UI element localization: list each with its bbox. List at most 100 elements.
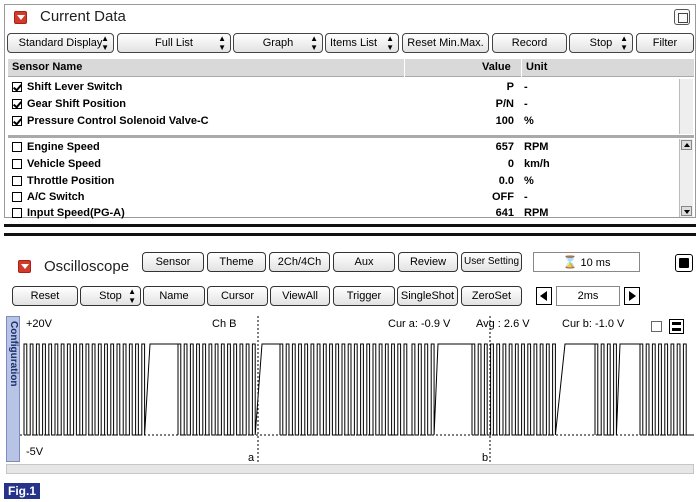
- updown-icon: ▲ ▼: [218, 34, 226, 52]
- collapse-icon[interactable]: [14, 11, 27, 24]
- scroll-up-icon[interactable]: [681, 140, 692, 150]
- time-div-value: 2ms: [577, 290, 599, 302]
- sensor-unit: %: [524, 175, 534, 187]
- record-button[interactable]: Record: [492, 33, 567, 53]
- updown-icon: ▲ ▼: [386, 34, 394, 52]
- collapse-icon[interactable]: [18, 260, 31, 273]
- channels-button[interactable]: 2Ch/4Ch: [269, 252, 330, 272]
- table-row[interactable]: Shift Lever Switch P -: [8, 79, 684, 96]
- scroll-down-icon[interactable]: [681, 206, 692, 216]
- table-row[interactable]: A/C Switch OFF -: [8, 189, 684, 206]
- sensor-label: Sensor: [155, 256, 191, 268]
- rows-scrollbar[interactable]: [679, 139, 693, 217]
- row-checkbox[interactable]: [12, 159, 22, 169]
- table-header: Sensor Name Value Unit: [8, 59, 694, 77]
- zero-set-button[interactable]: ZeroSet: [461, 286, 522, 306]
- graph-label: Graph: [262, 37, 294, 49]
- list-divider[interactable]: [8, 135, 694, 138]
- row-checkbox[interactable]: [12, 208, 22, 218]
- review-label: Review: [409, 256, 447, 268]
- row-checkbox[interactable]: [12, 192, 22, 202]
- stop-select[interactable]: Stop ▲ ▼: [80, 286, 141, 306]
- sensor-button[interactable]: Sensor: [142, 252, 204, 272]
- row-checkbox[interactable]: [12, 99, 22, 109]
- filter-button[interactable]: Filter: [636, 33, 694, 53]
- standard-display-select[interactable]: Standard Display ▲ ▼: [7, 33, 114, 53]
- table-row[interactable]: Engine Speed 657 RPM: [8, 139, 684, 156]
- current-data-header: Current Data: [5, 5, 695, 31]
- reset-min-max-button[interactable]: Reset Min.Max.: [402, 33, 489, 53]
- name-button[interactable]: Name: [143, 286, 205, 306]
- column-sensor-name[interactable]: Sensor Name: [12, 61, 82, 73]
- theme-button[interactable]: Theme: [207, 252, 266, 272]
- configuration-tab[interactable]: Configuration: [6, 316, 20, 462]
- time-decrease-icon[interactable]: [536, 287, 552, 305]
- standard-display-label: Standard Display: [18, 37, 103, 49]
- name-label: Name: [159, 290, 189, 302]
- user-setting-button[interactable]: User Setting: [461, 252, 522, 272]
- v-min-label: -5V: [26, 446, 44, 458]
- panel-divider: [4, 224, 696, 227]
- full-list-select[interactable]: Full List ▲ ▼: [117, 33, 231, 53]
- maximize-icon[interactable]: [674, 9, 690, 25]
- current-data-toolbar: Standard Display ▲ ▼ Full List ▲ ▼ Graph ▲…: [5, 32, 695, 54]
- table-row[interactable]: Vehicle Speed 0 km/h: [8, 156, 684, 173]
- sensor-value: 0.0: [498, 175, 514, 187]
- sensor-unit: -: [524, 191, 528, 203]
- time-increase-icon[interactable]: [624, 287, 640, 305]
- scope-display[interactable]: +20V Ch B Cur a: -0.9 V Avg : 2.6 V Cur …: [20, 316, 694, 464]
- hourglass-icon: ⌛: [562, 255, 578, 269]
- configuration-label: Configuration: [8, 321, 19, 387]
- single-shot-label: SingleShot: [400, 290, 455, 302]
- stop-label: Stop: [99, 290, 122, 302]
- row-checkbox[interactable]: [12, 82, 22, 92]
- row-checkbox[interactable]: [12, 176, 22, 186]
- time-display-value: 10 ms: [580, 257, 611, 269]
- sensor-value: OFF: [492, 191, 514, 203]
- checkbox-icon[interactable]: [651, 321, 662, 332]
- sensor-value: 641: [495, 207, 514, 219]
- sensor-value: 657: [495, 141, 514, 153]
- reset-label: Reset: [30, 290, 60, 302]
- view-all-button[interactable]: ViewAll: [270, 286, 330, 306]
- table-row[interactable]: Pressure Control Solenoid Valve-C 100 %: [8, 113, 684, 130]
- table-row[interactable]: Gear Shift Position P/N -: [8, 96, 684, 113]
- column-unit[interactable]: Unit: [526, 61, 547, 73]
- stop-record-icon[interactable]: [675, 254, 693, 272]
- cursor-b-marker: b: [482, 452, 489, 464]
- items-list-label: Items List: [330, 37, 378, 49]
- view-all-label: ViewAll: [282, 290, 318, 302]
- panel-divider: [4, 233, 696, 236]
- column-value[interactable]: Value: [482, 61, 511, 73]
- panel-title: Current Data: [40, 8, 126, 25]
- channel-label: Ch B: [212, 318, 237, 330]
- updown-icon: ▲ ▼: [620, 34, 628, 52]
- stop-select[interactable]: Stop ▲ ▼: [569, 33, 633, 53]
- time-display: ⌛ 10 ms: [533, 252, 640, 272]
- scope-horizontal-scrollbar[interactable]: [6, 464, 694, 474]
- figure-label: Fig.1: [4, 483, 40, 499]
- reset-button[interactable]: Reset: [12, 286, 78, 306]
- table-row[interactable]: Throttle Position 0.0 %: [8, 173, 684, 190]
- review-button[interactable]: Review: [398, 252, 458, 272]
- user-setting-label: User Setting: [463, 256, 520, 267]
- sensor-name: Engine Speed: [27, 141, 100, 153]
- time-div-display: 2ms: [556, 286, 620, 306]
- row-checkbox[interactable]: [12, 142, 22, 152]
- cursor-button[interactable]: Cursor: [207, 286, 268, 306]
- cursor-a-marker: a: [248, 452, 255, 464]
- trigger-button[interactable]: Trigger: [333, 286, 395, 306]
- record-label: Record: [511, 37, 548, 49]
- aux-button[interactable]: Aux: [333, 252, 395, 272]
- table-row[interactable]: Input Speed(PG-A) 641 RPM: [8, 205, 684, 222]
- single-shot-button[interactable]: SingleShot: [397, 286, 458, 306]
- graph-select[interactable]: Graph ▲ ▼: [233, 33, 323, 53]
- items-list-select[interactable]: Items List ▲ ▼: [325, 33, 399, 53]
- layout-icon[interactable]: [669, 319, 684, 334]
- cursor-a-readout: Cur a: -0.9 V: [388, 318, 451, 330]
- channels-label: 2Ch/4Ch: [277, 256, 322, 268]
- pinned-rows-scrollbar[interactable]: [679, 79, 693, 134]
- signal-trace: [23, 343, 694, 436]
- row-checkbox[interactable]: [12, 116, 22, 126]
- sensor-unit: -: [524, 98, 528, 110]
